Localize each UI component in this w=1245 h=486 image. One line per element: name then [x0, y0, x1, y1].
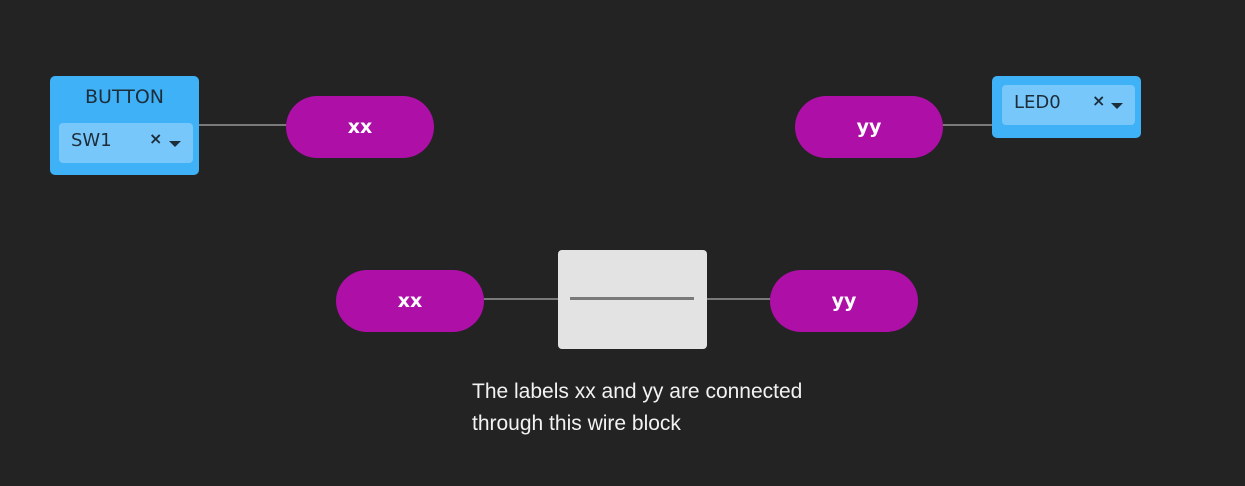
wire-block-caption: The labels xx and yy are connected throu…	[472, 376, 892, 440]
button-block[interactable]: BUTTON SW1 ×	[50, 76, 199, 175]
wire-block[interactable]	[558, 250, 707, 349]
button-pin-value: SW1	[71, 130, 112, 151]
wire-button-to-xx	[198, 124, 288, 126]
led-pin-value: LED0	[1014, 92, 1061, 113]
button-pin-select[interactable]: SW1 ×	[59, 123, 193, 163]
wire-wire-block-to-yy	[705, 298, 771, 300]
chevron-down-icon[interactable]	[1111, 103, 1123, 109]
label-xx-bottom[interactable]: xx	[336, 270, 484, 332]
led-block[interactable]: LED0 ×	[992, 76, 1141, 138]
close-icon[interactable]: ×	[149, 131, 162, 147]
chevron-down-icon[interactable]	[169, 141, 181, 147]
close-icon[interactable]: ×	[1092, 93, 1105, 109]
caption-line-1: The labels xx and yy are connected	[472, 380, 803, 403]
wire-block-line	[570, 297, 694, 300]
button-block-title: BUTTON	[85, 86, 164, 108]
label-yy-top[interactable]: yy	[795, 96, 943, 158]
wire-xx-to-wire-block	[482, 298, 560, 300]
caption-line-2: through this wire block	[472, 412, 681, 435]
label-xx-top[interactable]: xx	[286, 96, 434, 158]
label-yy-bottom[interactable]: yy	[770, 270, 918, 332]
wire-yy-to-led	[940, 124, 994, 126]
led-pin-select[interactable]: LED0 ×	[1002, 85, 1135, 125]
